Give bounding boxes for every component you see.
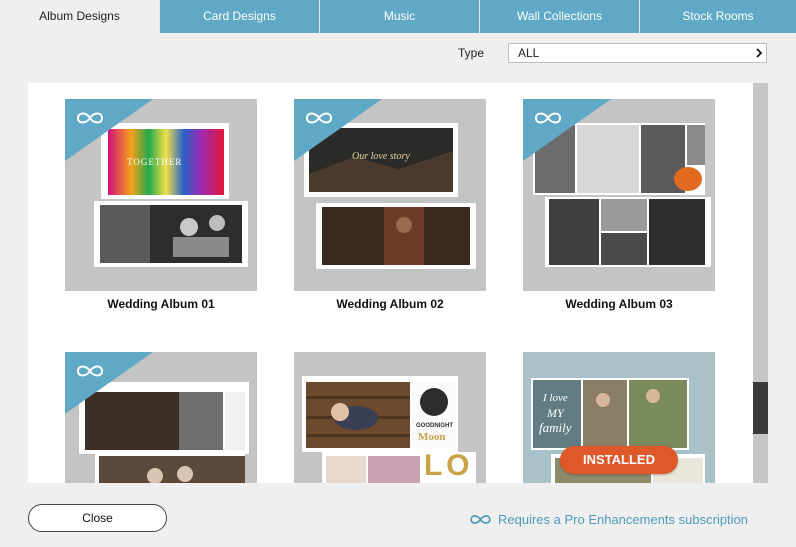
photo-caption: GOODNIGHT (416, 423, 453, 429)
type-label: Type (458, 46, 485, 60)
photo-caption: L O (424, 449, 469, 482)
design-title: Wedding Album 01 (107, 297, 215, 311)
photo-caption: MY (547, 406, 564, 420)
design-grid: TOGETHER Wedding Album 01 Our love story… (28, 83, 753, 483)
type-select-value: ALL (518, 46, 540, 60)
scrollbar-thumb[interactable] (753, 382, 768, 434)
tab-stock-rooms[interactable]: Stock Rooms (639, 0, 796, 33)
pro-ribbon (523, 99, 611, 161)
design-thumbnail[interactable]: GOODNIGHT Moon L O (294, 352, 486, 483)
infinity-icon (76, 365, 104, 377)
pro-ribbon (65, 99, 153, 161)
design-title: Wedding Album 03 (565, 297, 673, 311)
infinity-icon (305, 112, 333, 124)
photo-caption: Moon (418, 431, 446, 443)
photo-caption: family (539, 420, 572, 435)
tab-album-designs[interactable]: Album Designs (0, 0, 159, 33)
infinity-icon (76, 112, 104, 124)
pro-ribbon (294, 99, 382, 161)
pro-subscription-note: Requires a Pro Enhancements subscription (468, 510, 748, 528)
chevron-right-icon (756, 48, 763, 58)
pro-note-text: Requires a Pro Enhancements subscription (498, 511, 749, 527)
design-title: Wedding Album 02 (336, 297, 444, 311)
design-thumbnail[interactable]: TOGETHER (65, 99, 257, 291)
infinity-icon (534, 112, 562, 124)
design-thumbnail[interactable] (65, 352, 257, 483)
design-thumbnail[interactable]: I love MY family INSTALLED (523, 352, 715, 483)
installed-badge: INSTALLED (560, 446, 678, 474)
tab-card-designs[interactable]: Card Designs (159, 0, 319, 33)
tab-wall-collections[interactable]: Wall Collections (479, 0, 639, 33)
photo-caption: I love (543, 392, 568, 404)
close-button[interactable]: Close (28, 504, 167, 532)
type-select[interactable]: ALL (508, 43, 767, 63)
tab-bar: Album Designs Card Designs Music Wall Co… (0, 0, 796, 33)
pro-ribbon (65, 352, 153, 414)
design-thumbnail[interactable] (523, 99, 715, 291)
tab-music[interactable]: Music (319, 0, 479, 33)
infinity-icon (470, 514, 491, 524)
design-thumbnail[interactable]: Our love story (294, 99, 486, 291)
